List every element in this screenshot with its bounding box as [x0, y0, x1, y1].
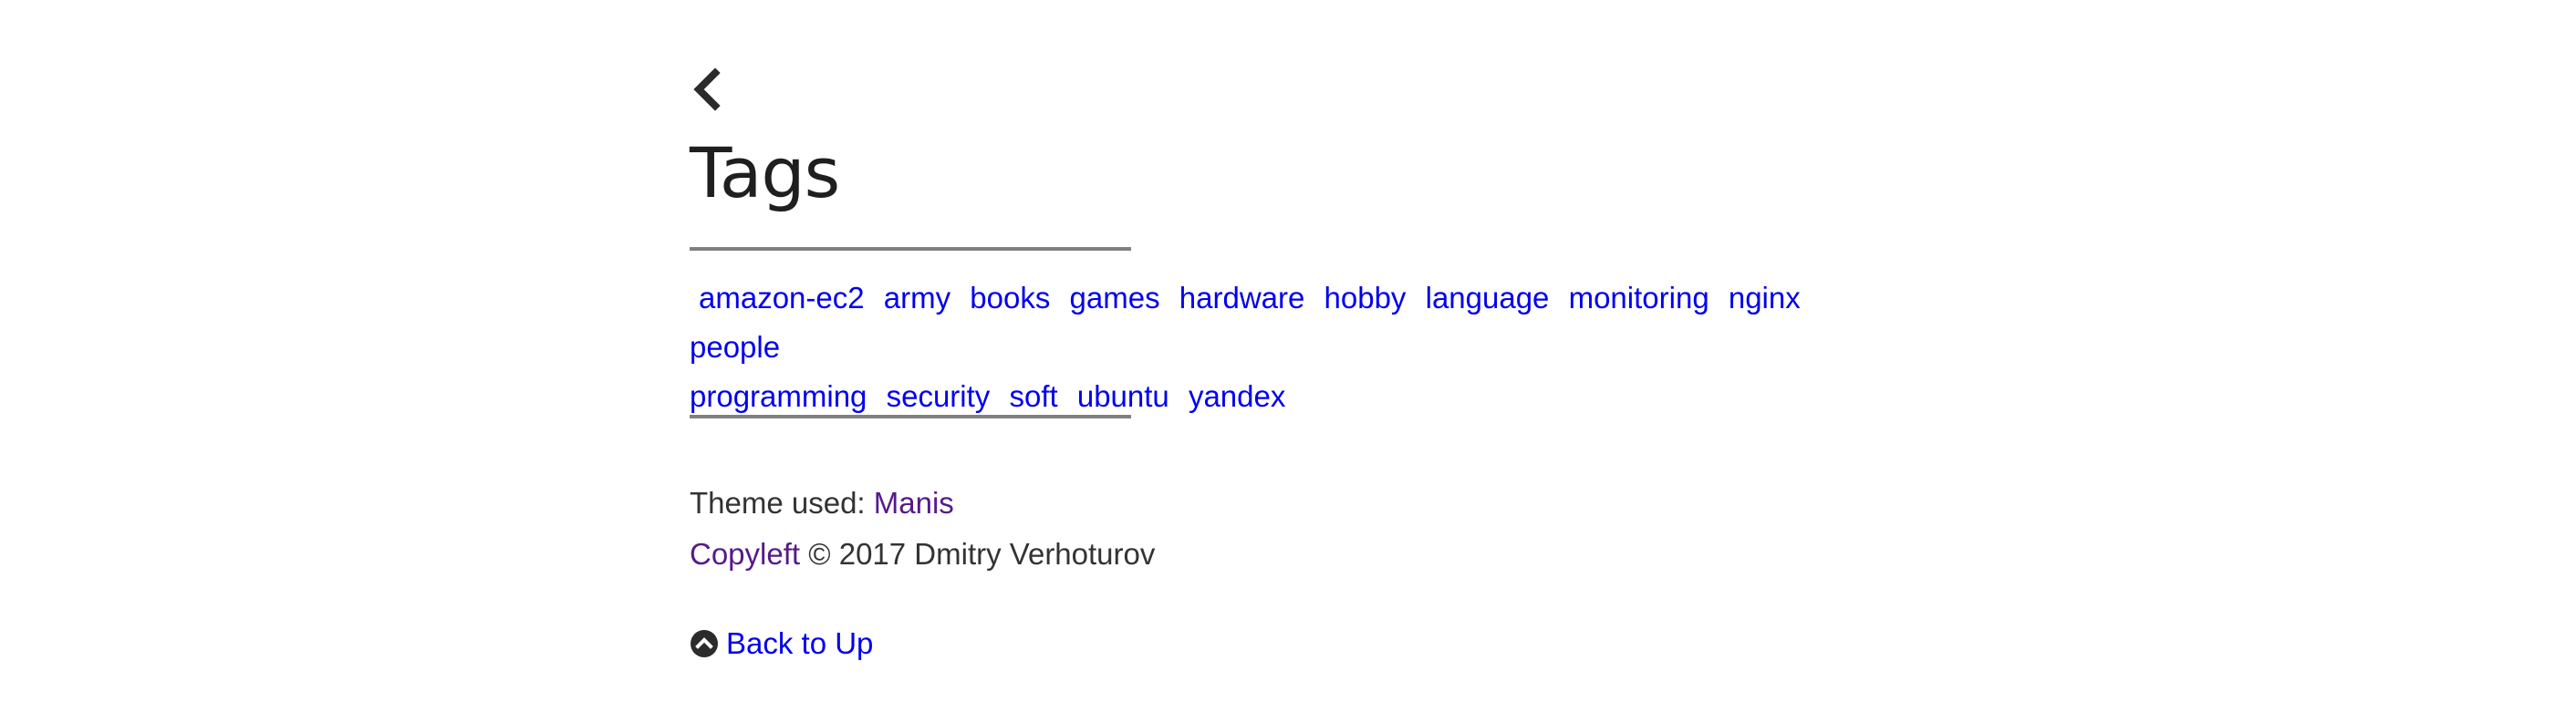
- tag-link-language[interactable]: language: [1426, 281, 1550, 315]
- tag-link-army[interactable]: army: [884, 281, 950, 315]
- tag-link-programming[interactable]: programming: [690, 379, 867, 413]
- chevron-left-icon: [693, 67, 721, 111]
- back-to-up-label: Back to Up: [726, 626, 874, 660]
- divider-bottom: [690, 415, 1131, 418]
- copyright-line: Copyleft © 2017 Dmitry Verhoturov: [690, 529, 1155, 580]
- back-button[interactable]: [690, 64, 726, 115]
- copyright-text: © 2017 Dmitry Verhoturov: [808, 537, 1156, 571]
- tag-link-yandex[interactable]: yandex: [1189, 379, 1285, 413]
- tag-link-hobby[interactable]: hobby: [1324, 281, 1407, 315]
- tag-link-hardware[interactable]: hardware: [1179, 281, 1305, 315]
- back-to-up-link[interactable]: Back to Up: [690, 624, 873, 664]
- tag-link-monitoring[interactable]: monitoring: [1569, 281, 1709, 315]
- page-title: Tags: [690, 132, 840, 213]
- tag-link-people[interactable]: people: [690, 330, 780, 364]
- theme-link[interactable]: Manis: [874, 486, 954, 520]
- theme-credit: Theme used: Manis: [690, 478, 1155, 529]
- tag-link-ubuntu[interactable]: ubuntu: [1077, 379, 1169, 413]
- tag-link-nginx[interactable]: nginx: [1729, 281, 1801, 315]
- tag-list: amazon-ec2 army books games hardware hob…: [690, 274, 1894, 421]
- tag-link-soft[interactable]: soft: [1009, 379, 1057, 413]
- chevron-circle-up-icon: [690, 629, 719, 658]
- divider-top: [690, 247, 1131, 251]
- tag-link-security[interactable]: security: [887, 379, 991, 413]
- theme-prefix: Theme used:: [690, 486, 866, 520]
- tag-link-games[interactable]: games: [1070, 281, 1160, 315]
- copyleft-link[interactable]: Copyleft: [690, 537, 800, 571]
- footer: Theme used: Manis Copyleft © 2017 Dmitry…: [690, 478, 1155, 580]
- tag-link-amazon-ec2[interactable]: amazon-ec2: [699, 281, 865, 315]
- tag-link-books[interactable]: books: [970, 281, 1050, 315]
